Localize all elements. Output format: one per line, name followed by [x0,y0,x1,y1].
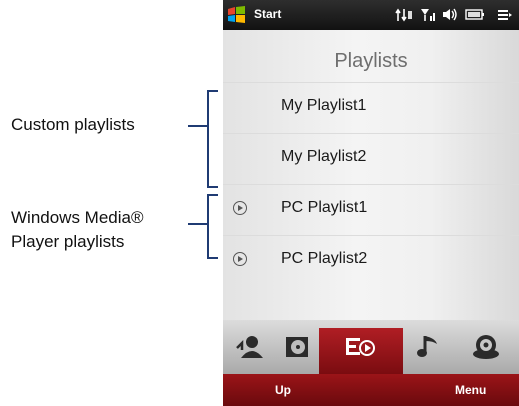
windows-flag-icon[interactable] [227,6,247,24]
playlist-label: PC Playlist2 [281,250,368,267]
custom-callout-bracket [207,90,218,188]
wmp-playlists-callout: Windows Media® Player playlists [11,206,144,254]
wmp-callout-bracket [207,194,218,259]
menu-softkey[interactable]: Menu [455,383,486,397]
songs-icon [417,336,437,357]
battery-icon[interactable] [465,7,485,22]
page-title: Playlists [334,50,408,72]
up-softkey[interactable]: Up [275,383,291,397]
wmp-callout-line2: Player playlists [11,232,125,251]
playlist-label: My Playlist1 [281,97,367,114]
tab-artists[interactable] [223,320,275,374]
playlist-label: My Playlist2 [281,148,367,165]
connectivity-icon[interactable] [395,7,413,22]
playlists-screen: Playlists My Playlist1 My Playlist2 PC P… [223,30,519,320]
custom-callout-line [188,125,207,127]
tab-genres[interactable] [459,320,511,374]
start-label[interactable]: Start [254,7,281,21]
status-bar: Start [223,0,519,30]
list-item[interactable]: PC Playlist2 [223,235,519,286]
library-tab-bar [223,320,519,374]
menu-icon[interactable] [497,7,513,22]
tab-playlists[interactable] [319,328,403,374]
tab-songs[interactable] [403,320,455,374]
playlist-list: My Playlist1 My Playlist2 PC Playlist1 P… [223,82,519,286]
phone-screen: Start Playlists My Playlist1 My Playlist… [223,0,519,406]
volume-icon[interactable] [442,7,459,22]
wmp-callout-line [188,223,207,225]
tab-albums[interactable] [271,320,323,374]
artists-icon [236,336,263,358]
softkey-bar: Up Menu [223,374,519,406]
list-item[interactable]: My Playlist2 [223,133,519,184]
albums-icon [286,337,308,357]
playlists-icon [346,338,375,356]
wmp-callout-line1: Windows Media® [11,208,144,227]
genres-icon [473,335,499,359]
play-circle-icon [233,252,247,266]
list-item[interactable]: My Playlist1 [223,82,519,133]
custom-playlists-callout: Custom playlists [11,115,135,134]
list-item[interactable]: PC Playlist1 [223,184,519,235]
play-circle-icon [233,201,247,215]
signal-icon[interactable] [420,7,436,22]
playlist-label: PC Playlist1 [281,199,368,216]
